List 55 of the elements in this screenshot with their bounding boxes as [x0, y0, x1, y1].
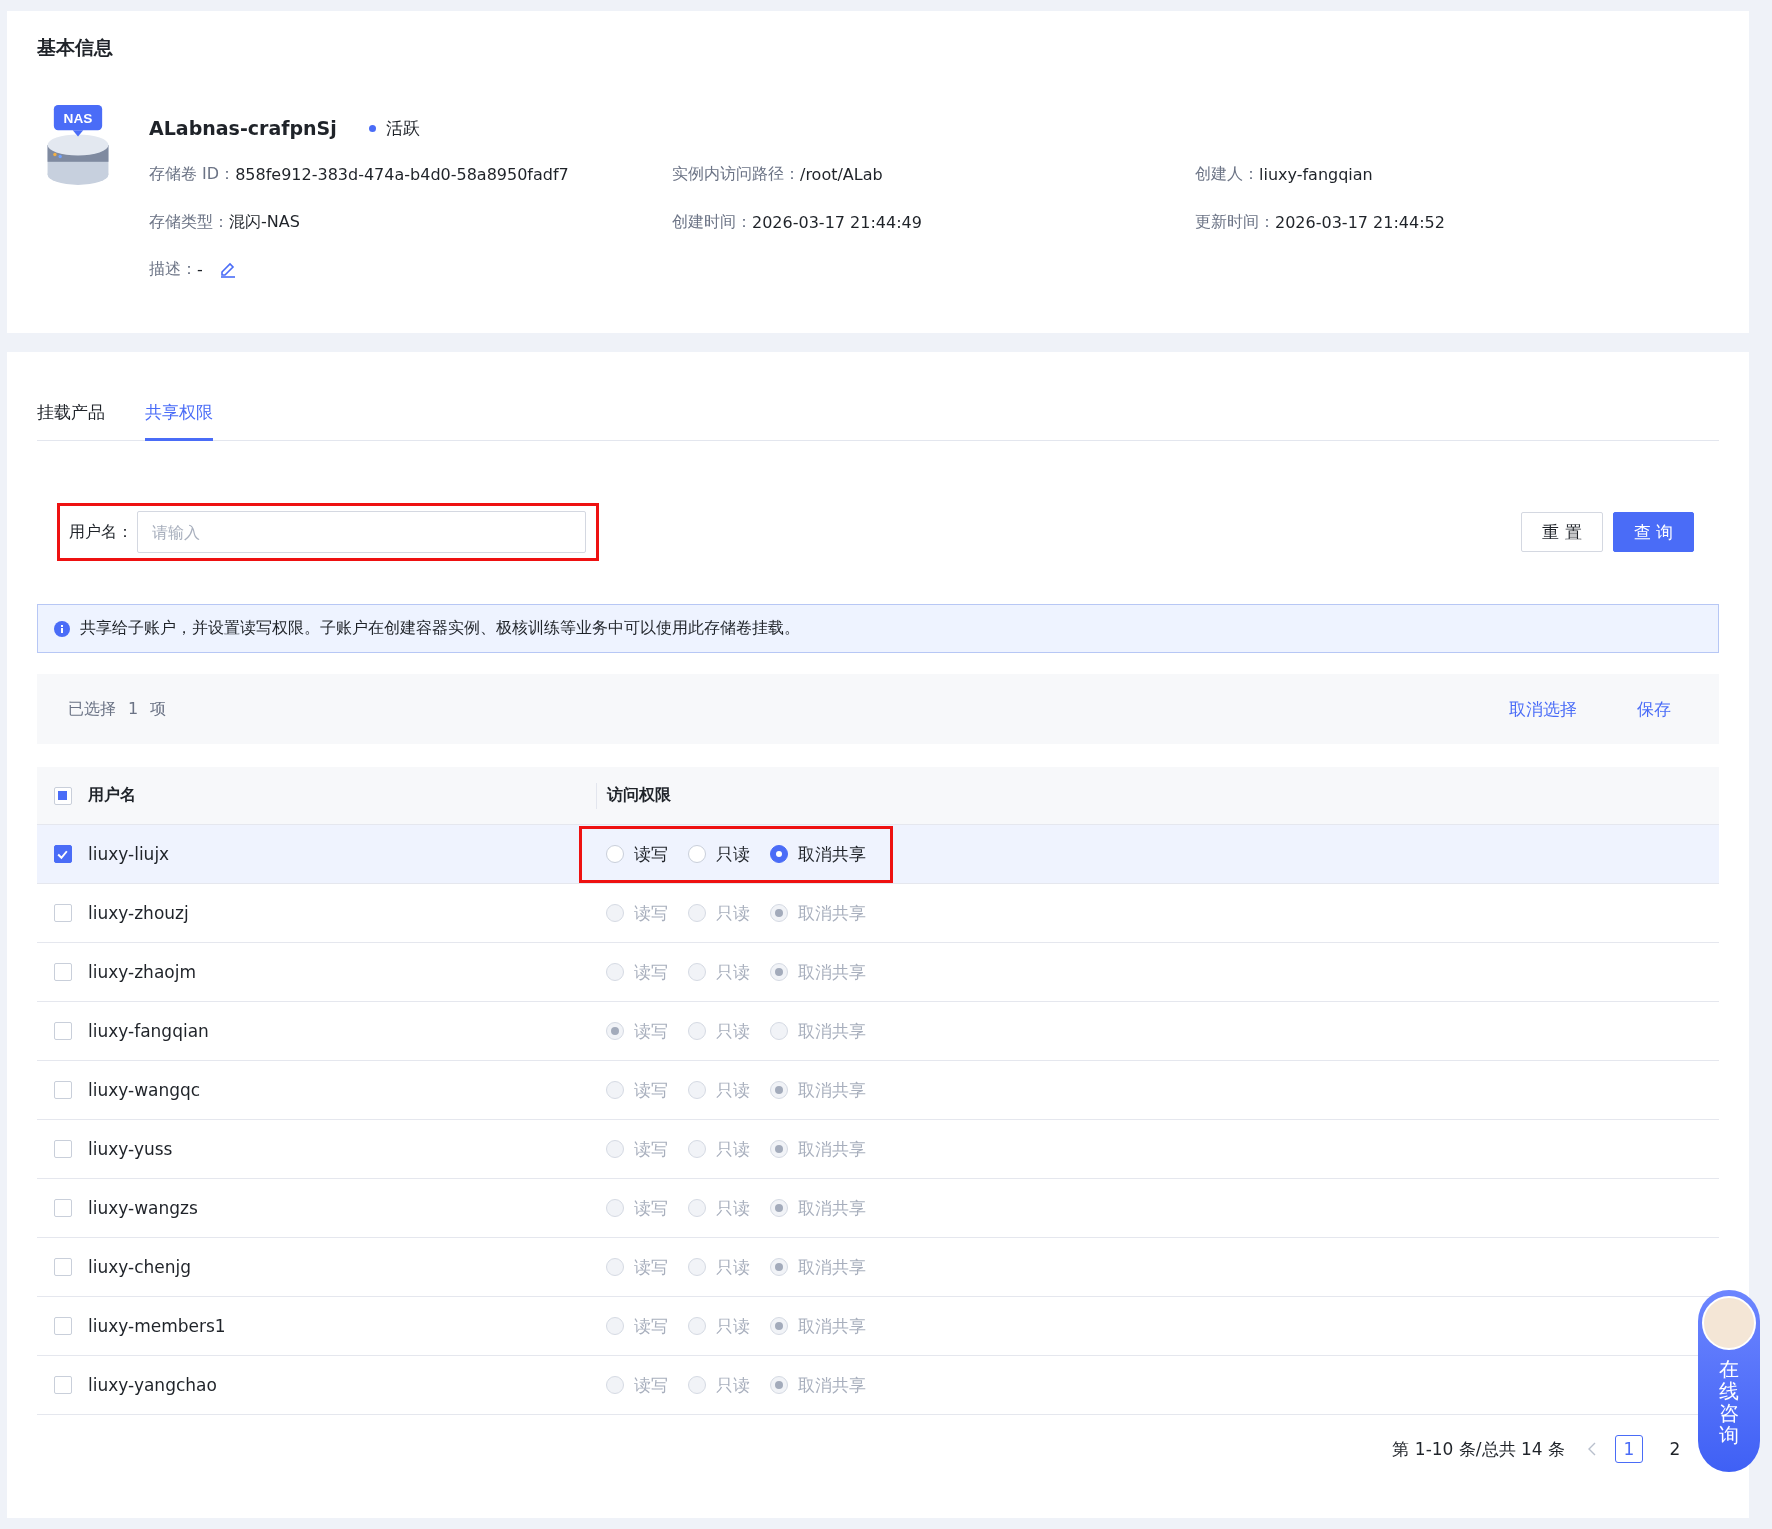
field-label: 创建时间： — [672, 211, 752, 233]
username-cell-text: liuxy-wangqc — [88, 1080, 202, 1100]
edit-icon[interactable] — [218, 260, 237, 278]
previous-page-icon[interactable] — [1587, 1441, 1597, 1457]
access-radio[interactable]: 取消共享 — [770, 842, 866, 866]
field-label: 创建人： — [1195, 163, 1259, 185]
field-value: liuxy-fangqian — [1259, 164, 1373, 184]
chat-label: 在线咨询 — [1719, 1358, 1739, 1446]
selection-label: 已选择 — [68, 698, 116, 720]
access-radio[interactable]: 读写 — [606, 842, 668, 866]
username-cell-text: liuxy-zhaojm — [88, 962, 197, 982]
username-cell-text: liuxy-fangqian — [88, 1021, 210, 1041]
page-button[interactable]: 2 — [1661, 1435, 1689, 1463]
field-label: 描述： — [149, 258, 197, 280]
instance-name: ALabnas-crafpnSj — [149, 117, 337, 139]
info-icon — [54, 620, 70, 637]
username-cell-text: liuxy-liujx — [88, 844, 171, 864]
username-input[interactable]: 请输入 — [137, 511, 586, 553]
filter-label: 用户名： — [69, 521, 133, 543]
field-label: 存储类型： — [149, 211, 229, 233]
username-cell-text: liuxy-members1 — [88, 1316, 227, 1336]
field-value: 2026-03-17 21:44:49 — [752, 212, 922, 232]
field-value: 混闪-NAS — [229, 211, 300, 233]
chat-widget[interactable]: 在线咨询 — [1698, 1290, 1760, 1472]
query-button[interactable]: 查 询 — [1612, 512, 1694, 552]
field-label: 实例内访问路径： — [672, 163, 800, 185]
select-all-checkbox[interactable] — [53, 786, 72, 805]
action-link[interactable]: 取消选择 — [1509, 697, 1577, 721]
column-header: 用户名 — [88, 785, 137, 806]
selection-count: 1 — [128, 698, 139, 720]
field-value: - — [197, 259, 203, 279]
selection-label: 项 — [150, 698, 167, 720]
username-cell-text: liuxy-yuss — [88, 1139, 174, 1159]
section-title: 基本信息 — [37, 35, 114, 60]
access-radio[interactable]: 只读 — [688, 842, 750, 866]
page-button[interactable]: 1 — [1615, 1435, 1643, 1463]
column-header: 访问权限 — [596, 782, 1719, 809]
pagination-summary: 第 1-10 条/总共 14 条 — [1392, 1437, 1565, 1461]
tab[interactable]: 共享权限 — [145, 401, 213, 441]
username-cell-text: liuxy-wangzs — [88, 1198, 199, 1218]
field-value: 2026-03-17 21:44:52 — [1275, 212, 1445, 232]
reset-button[interactable]: 重 置 — [1521, 512, 1603, 552]
avatar-icon — [1702, 1296, 1756, 1350]
field-label: 更新时间： — [1195, 211, 1275, 233]
field-value: 858fe912-383d-474a-b4d0-58a8950fadf7 — [235, 164, 569, 184]
username-cell-text: liuxy-yangchao — [88, 1375, 218, 1395]
field-label: 存储卷 ID： — [149, 163, 236, 185]
row-checkbox[interactable] — [53, 845, 72, 863]
field-value: /root/ALab — [800, 164, 883, 184]
username-cell-text: liuxy-zhouzj — [88, 903, 190, 923]
action-link[interactable]: 保存 — [1637, 697, 1671, 721]
status-label: 活跃 — [385, 116, 420, 140]
username-cell-text: liuxy-chenjg — [88, 1257, 193, 1277]
tab[interactable]: 挂载产品 — [37, 401, 105, 441]
banner-text: 共享给子账户，并设置读写权限。子账户在创建容器实例、极核训练等业务中可以使用此存储卷挂载。 — [80, 618, 800, 639]
